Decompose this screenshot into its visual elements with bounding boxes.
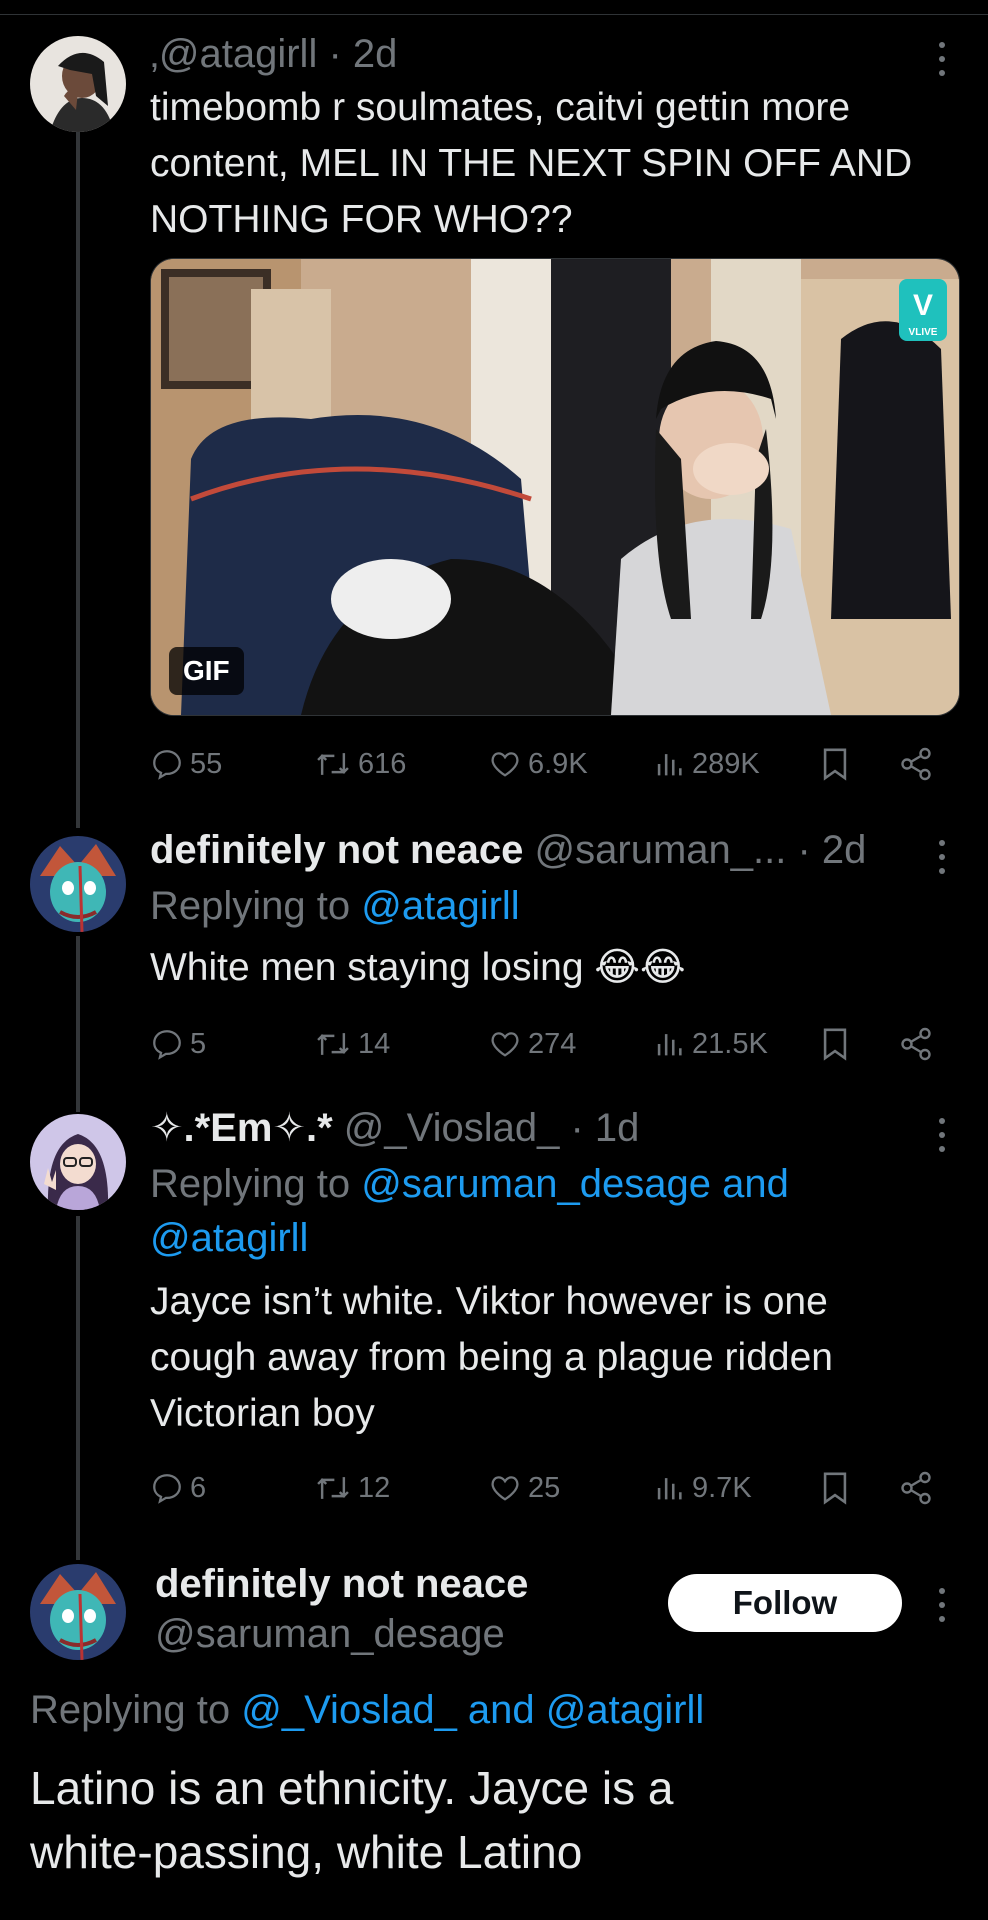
tweet-text: Jayce isn’t white. Viktor however is one…	[150, 1280, 833, 1435]
bookmark-icon	[823, 1472, 847, 1505]
retweet-icon	[317, 753, 349, 775]
gif-frame-image: V VLIVE	[151, 259, 959, 715]
heart-icon	[491, 1032, 519, 1057]
more-options-icon[interactable]	[937, 1118, 947, 1156]
tweet-handle-time[interactable]: ‚@atagirll · 2d	[150, 30, 397, 78]
thread-line	[76, 936, 80, 1112]
display-name[interactable]: ✧.*Em✧.*	[150, 1106, 333, 1150]
share-icon	[901, 747, 931, 781]
tweet-header: ✧.*Em✧.* @_Vioslad_ · 1d	[150, 1104, 639, 1152]
timestamp[interactable]: · 2d	[798, 828, 867, 872]
gif-badge: GIF	[169, 647, 244, 695]
replying-prefix: Replying to	[150, 1162, 351, 1206]
avatar-saruman-desage[interactable]	[30, 836, 126, 932]
tweet-header: definitely not neace @saruman_... · 2d	[150, 826, 866, 874]
reply-icon	[153, 1030, 181, 1060]
main-display-name[interactable]: definitely not neace	[155, 1560, 528, 1608]
retweet-icon	[317, 1033, 349, 1055]
heart-icon	[491, 752, 519, 777]
views-button[interactable]: 289K	[652, 742, 760, 786]
avatar-atagirll[interactable]	[30, 36, 126, 132]
tweet-text: timebomb r soulmates, caitvi gettin more…	[150, 86, 913, 241]
reply-button[interactable]: 6	[150, 1466, 206, 1510]
tweet-gif[interactable]: V VLIVE GIF	[150, 258, 960, 716]
views-button[interactable]: 21.5K	[652, 1022, 768, 1066]
reply-button[interactable]: 55	[150, 742, 222, 786]
display-name[interactable]: definitely not neace	[150, 828, 523, 872]
avatar-vioslad[interactable]	[30, 1114, 126, 1210]
reply-icon	[153, 750, 181, 780]
retweet-button[interactable]: 12	[314, 1466, 390, 1510]
bookmark-icon	[823, 1028, 847, 1061]
tweet-actions: 5 14 274 21.5K	[150, 1022, 940, 1066]
like-count: 274	[528, 1027, 577, 1060]
bookmark-button[interactable]	[818, 1022, 858, 1066]
main-replying-to: Replying to @_Vioslad_ and @atagirll	[30, 1686, 704, 1734]
reply-icon	[153, 1474, 181, 1504]
more-options-icon[interactable]	[937, 840, 947, 878]
views-icon	[657, 754, 682, 776]
main-tweet-text: Latino is an ethnicity. Jayce is a white…	[30, 1762, 674, 1878]
timestamp[interactable]: · 1d	[570, 1106, 639, 1150]
share-button[interactable]	[898, 1466, 940, 1510]
handle[interactable]: @_Vioslad_	[344, 1106, 560, 1150]
reply-button[interactable]: 5	[150, 1022, 206, 1066]
replying-prefix: Replying to	[150, 884, 351, 928]
thread-line	[76, 1216, 80, 1560]
handle[interactable]: @saruman_...	[535, 828, 787, 872]
share-icon	[901, 1471, 931, 1505]
share-button[interactable]	[898, 1022, 940, 1066]
mention-link[interactable]: @saruman_desage and	[361, 1162, 789, 1206]
svg-text:VLIVE: VLIVE	[909, 327, 938, 338]
tweet-actions: 55 616 6.9K 289K	[150, 742, 940, 786]
views-button[interactable]: 9.7K	[652, 1466, 752, 1510]
views-count: 9.7K	[692, 1471, 752, 1504]
like-button[interactable]: 25	[488, 1466, 560, 1510]
retweet-button[interactable]: 616	[314, 742, 406, 786]
more-options-icon[interactable]	[937, 42, 947, 80]
svg-text:V: V	[913, 289, 933, 322]
retweet-icon	[317, 1477, 349, 1499]
replying-to: Replying to @atagirll	[150, 882, 520, 930]
retweet-count: 12	[358, 1471, 391, 1504]
like-count: 6.9K	[528, 747, 588, 780]
bookmark-button[interactable]	[818, 742, 858, 786]
views-icon	[657, 1034, 682, 1056]
top-divider	[0, 14, 988, 15]
bookmark-icon	[823, 748, 847, 781]
reply-count: 5	[190, 1027, 207, 1060]
retweet-count: 616	[358, 747, 407, 780]
thread-line	[76, 108, 80, 828]
main-handle[interactable]: @saruman_desage	[155, 1610, 505, 1658]
heart-icon	[491, 1476, 519, 1501]
follow-button[interactable]: Follow	[668, 1574, 902, 1632]
mention-link[interactable]: @_Vioslad_ and @atagirll	[241, 1688, 704, 1732]
like-count: 25	[528, 1471, 561, 1504]
tweet-actions: 6 12 25 9.7K	[150, 1466, 940, 1510]
share-button[interactable]	[898, 742, 940, 786]
views-icon	[657, 1478, 682, 1500]
retweet-button[interactable]: 14	[314, 1022, 390, 1066]
reply-count: 55	[190, 747, 223, 780]
bookmark-button[interactable]	[818, 1466, 858, 1510]
mention-link[interactable]: @atagirll	[361, 884, 519, 928]
more-options-icon[interactable]	[937, 1588, 947, 1626]
share-icon	[901, 1027, 931, 1061]
views-count: 289K	[692, 747, 760, 780]
mention-link[interactable]: @atagirll	[150, 1214, 308, 1262]
avatar-saruman-desage-main[interactable]	[30, 1564, 126, 1660]
like-button[interactable]: 6.9K	[488, 742, 588, 786]
retweet-count: 14	[358, 1027, 391, 1060]
reply-count: 6	[190, 1471, 207, 1504]
views-count: 21.5K	[692, 1027, 768, 1060]
replying-prefix: Replying to	[30, 1688, 231, 1732]
tweet-text: White men staying losing 😂😂	[150, 946, 686, 989]
replying-to: Replying to @saruman_desage and	[150, 1160, 789, 1208]
like-button[interactable]: 274	[488, 1022, 576, 1066]
